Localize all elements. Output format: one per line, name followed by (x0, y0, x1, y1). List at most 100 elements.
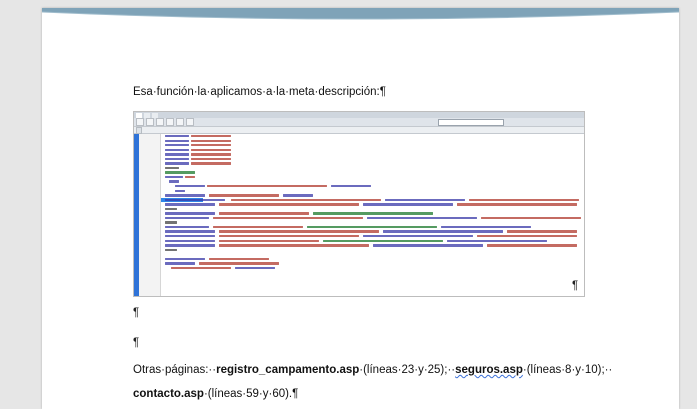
code-token (191, 148, 231, 152)
editor-toolbar (134, 118, 584, 127)
document-page: Esa·función·la·aplicamos·a·la·meta·descr… (42, 8, 679, 409)
text-run: ·(líneas·59·y·60).¶ (203, 388, 299, 400)
paragraph-other-pages-line-1: Otras·páginas:··registro_campamento.asp·… (133, 364, 612, 376)
code-lines (161, 134, 584, 296)
code-token (213, 225, 303, 229)
code-token (191, 153, 231, 156)
code-token (165, 139, 189, 142)
code-token (219, 235, 359, 238)
code-token (323, 239, 443, 242)
code-token (165, 248, 177, 252)
code-token (219, 244, 369, 247)
embedded-code-screenshot (133, 111, 585, 297)
empty-paragraph-mark: ¶ (133, 307, 140, 319)
code-token (447, 239, 547, 242)
code-token (219, 230, 379, 233)
code-token (165, 144, 189, 147)
code-token (235, 266, 275, 270)
code-token (363, 235, 473, 238)
code-token (175, 185, 205, 188)
toolbar-button (156, 118, 164, 126)
code-token (209, 194, 279, 197)
file-name-bold: contacto.asp (133, 388, 204, 400)
code-token (191, 135, 231, 138)
address-button (136, 126, 142, 134)
code-token (481, 216, 581, 220)
code-token (165, 207, 177, 211)
code-token (477, 235, 577, 238)
code-token (169, 180, 179, 183)
code-token (283, 194, 313, 197)
code-token (307, 225, 437, 229)
code-token (191, 157, 231, 161)
text-run: ·(líneas·23·y·25);·· (359, 364, 456, 376)
code-line (161, 266, 584, 271)
code-token (213, 216, 363, 220)
code-token (219, 239, 319, 242)
code-token (385, 198, 465, 202)
code-token (313, 212, 433, 215)
code-token (185, 175, 195, 179)
code-token (199, 262, 279, 265)
code-token (175, 189, 185, 192)
code-token (373, 244, 483, 247)
toolbar-button (146, 118, 154, 126)
header-band (42, 8, 679, 20)
paragraph-other-pages-line-2: contacto.asp·(líneas·59·y·60).¶ (133, 388, 298, 400)
toolbar-field (438, 118, 504, 126)
toolbar-button (136, 118, 144, 126)
code-token (165, 262, 195, 265)
toolbar-button (166, 118, 174, 126)
code-token (165, 216, 209, 220)
code-token (165, 162, 189, 165)
text-run: ·(líneas·8·y·10);·· (522, 364, 613, 376)
code-token (165, 239, 215, 242)
text-run: Otras·páginas:·· (133, 364, 217, 376)
code-token (191, 139, 231, 142)
gutter-marker (134, 134, 139, 296)
screenshot-pilcrow: ¶ (572, 280, 579, 292)
code-token (165, 257, 205, 261)
code-token (165, 157, 189, 161)
code-token (165, 175, 183, 179)
code-token (507, 230, 577, 233)
toolbar-button (176, 118, 184, 126)
code-token (171, 266, 231, 270)
code-token (165, 135, 189, 138)
code-token (207, 185, 327, 188)
code-token (165, 203, 215, 206)
code-token (367, 216, 477, 220)
code-token (165, 244, 215, 247)
code-token (219, 212, 309, 215)
toolbar-button (186, 118, 194, 126)
code-token (231, 198, 381, 202)
empty-paragraph-mark: ¶ (133, 337, 140, 349)
code-token (487, 244, 577, 247)
code-editor (134, 134, 584, 296)
code-token (165, 235, 215, 238)
file-name-bold: registro_campamento.asp (216, 364, 360, 376)
line-gutter (134, 134, 161, 296)
code-token (331, 185, 371, 188)
code-token (165, 225, 209, 229)
code-token (165, 230, 215, 233)
code-token (219, 203, 359, 206)
code-token (441, 225, 531, 229)
code-token (363, 203, 453, 206)
code-token (209, 257, 269, 261)
code-token (383, 230, 503, 233)
code-token (469, 198, 579, 202)
code-token (165, 212, 215, 215)
code-token (165, 153, 189, 156)
file-name-bold: seguros.asp (455, 364, 523, 376)
code-token (165, 198, 225, 202)
code-token (191, 162, 231, 165)
code-token (457, 203, 577, 206)
code-token (165, 148, 189, 152)
code-token (165, 166, 179, 170)
code-token (191, 144, 231, 147)
code-token (165, 171, 195, 174)
code-token (165, 221, 177, 224)
editor-address-bar (134, 126, 584, 134)
paragraph-intro: Esa·función·la·aplicamos·a·la·meta·descr… (133, 86, 386, 98)
